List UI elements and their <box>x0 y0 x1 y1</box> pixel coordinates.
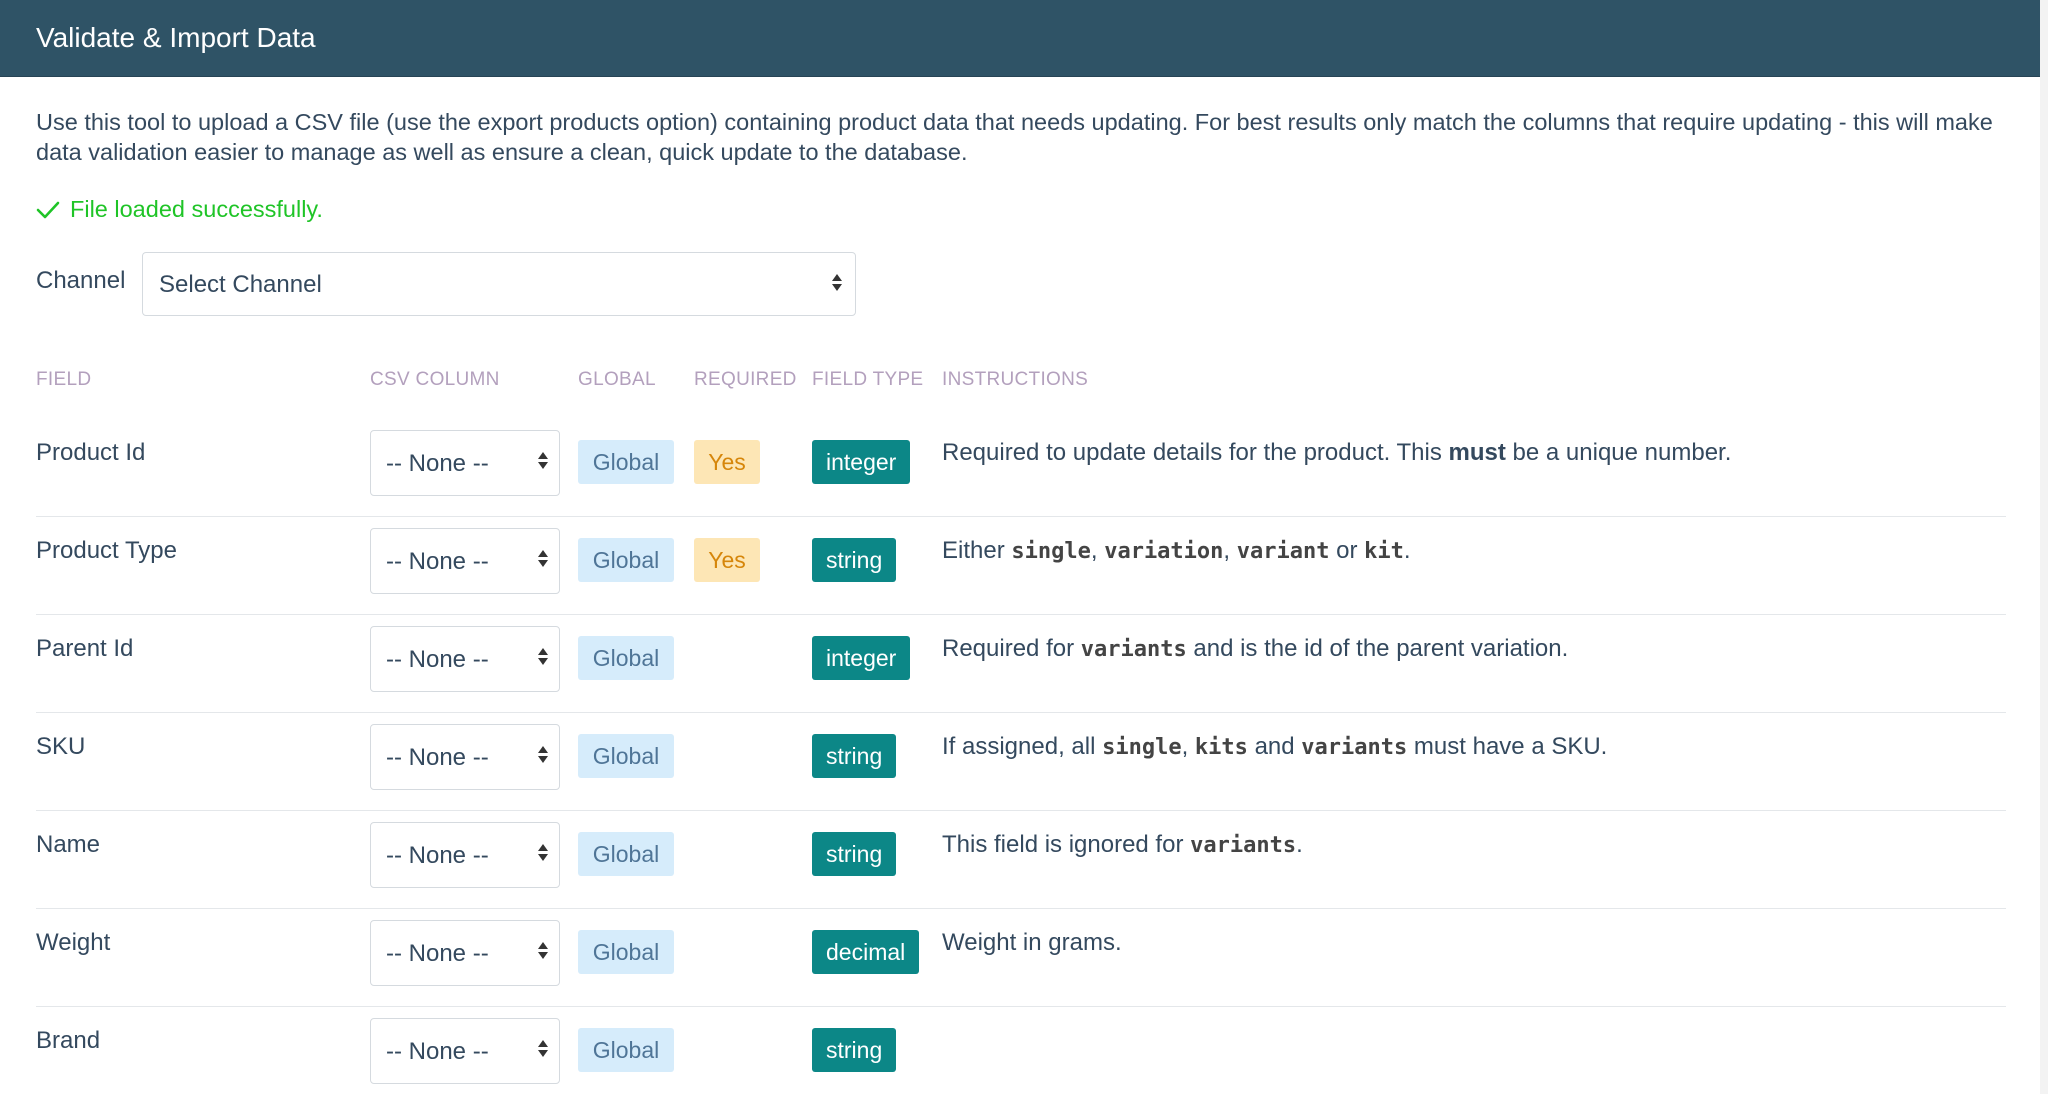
global-badge: Global <box>578 734 674 778</box>
column-header-instructions: INSTRUCTIONS <box>942 369 1089 390</box>
column-header-field: FIELD <box>36 369 92 390</box>
emphasis-text: must <box>1448 439 1506 466</box>
csv-column-select-value: -- None -- <box>386 646 489 673</box>
instructions-text: If assigned, all single, kits and varian… <box>942 712 1607 783</box>
table-row: Product Id -- None -- Global Yes integer Requ… <box>36 418 2006 517</box>
select-arrows-icon <box>537 550 549 567</box>
global-badge: Global <box>578 636 674 680</box>
csv-column-select[interactable]: -- None -- <box>370 430 560 496</box>
csv-column-select-value: -- None -- <box>386 744 489 771</box>
csv-column-select[interactable]: -- None -- <box>370 1018 560 1084</box>
csv-column-select-value: -- None -- <box>386 842 489 869</box>
table-row: Parent Id -- None -- Global integer Required… <box>36 614 2006 713</box>
csv-column-select[interactable]: -- None -- <box>370 724 560 790</box>
field-type-badge: decimal <box>812 930 920 974</box>
check-icon <box>36 201 60 218</box>
select-arrows-icon <box>537 942 549 959</box>
code-term: kits <box>1194 735 1248 760</box>
code-term: single <box>1011 539 1091 564</box>
column-header-csv-column: CSV COLUMN <box>370 369 500 390</box>
code-term: variants <box>1190 833 1297 858</box>
select-arrows-icon <box>537 844 549 861</box>
field-name: SKU <box>36 733 86 760</box>
instructions-segment: Required to update details for the produ… <box>942 439 1449 466</box>
table-row: Name -- None -- Global string This field is … <box>36 810 2006 909</box>
instructions-segment: , <box>1090 537 1105 564</box>
table-row: SKU -- None -- Global string If assigned, al… <box>36 712 2006 811</box>
column-header-required: REQUIRED <box>694 369 797 390</box>
field-type-badge: string <box>812 734 897 778</box>
code-term: variants <box>1301 735 1408 760</box>
instructions-text: Required for variants and is the id of t… <box>942 614 1568 685</box>
field-name: Weight <box>36 929 111 956</box>
global-badge: Global <box>578 1028 674 1072</box>
table-row: Product Type -- None -- Global Yes string Eit… <box>36 516 2006 615</box>
code-term: variation <box>1104 539 1224 564</box>
global-badge: Global <box>578 538 674 582</box>
instructions-text: This field is ignored for variants. <box>942 810 1303 881</box>
field-name: Parent Id <box>36 635 134 662</box>
status-message: File loaded successfully. <box>36 196 323 223</box>
field-name: Product Id <box>36 439 146 466</box>
instructions-segment: , <box>1181 733 1195 760</box>
field-type-badge: string <box>812 538 897 582</box>
instructions-segment: Weight in grams. <box>942 929 1122 956</box>
global-badge: Global <box>578 832 674 876</box>
channel-select[interactable]: Select Channel <box>142 252 856 316</box>
code-term: variants <box>1080 637 1187 662</box>
csv-column-select-value: -- None -- <box>386 940 489 967</box>
instructions-segment: . <box>1403 537 1411 564</box>
csv-column-select[interactable]: -- None -- <box>370 626 560 692</box>
instructions-segment: and is the id of the parent variation. <box>1186 635 1569 662</box>
field-type-badge: string <box>812 1028 897 1072</box>
global-badge: Global <box>578 930 674 974</box>
code-term: single <box>1102 735 1182 760</box>
intro-text: Use this tool to upload a CSV file (use … <box>36 109 1993 165</box>
field-type-badge: integer <box>812 440 911 484</box>
instructions-text: Required to update details for the produ… <box>942 418 1731 488</box>
csv-column-select-value: -- None -- <box>386 450 489 477</box>
instructions-segment: . <box>1296 831 1303 858</box>
table-row: Brand -- None -- Global string <box>36 1006 2006 1094</box>
instructions-segment: and <box>1247 733 1302 760</box>
column-header-global: GLOBAL <box>578 369 656 390</box>
instructions-segment: Required for <box>942 635 1081 662</box>
instructions-segment: must have a SKU. <box>1407 733 1608 760</box>
field-type-badge: integer <box>812 636 911 680</box>
code-term: kit <box>1364 539 1404 564</box>
field-name: Product Type <box>36 537 177 564</box>
code-term: variant <box>1236 539 1330 564</box>
select-arrows-icon <box>537 452 549 469</box>
select-arrows-icon <box>537 1040 549 1057</box>
csv-column-select[interactable]: -- None -- <box>370 920 560 986</box>
field-name: Name <box>36 831 101 858</box>
status-text: File loaded successfully. <box>70 196 323 222</box>
required-badge: Yes <box>694 538 760 582</box>
instructions-text: Either single, variation, variant or kit… <box>942 516 1411 587</box>
instructions-segment: If assigned, all <box>942 733 1103 760</box>
instructions-segment: This field is ignored for <box>942 831 1191 858</box>
select-arrows-icon <box>537 746 549 763</box>
select-arrows-icon <box>537 648 549 665</box>
import-panel: Validate & Import Data Use this tool to … <box>0 0 2040 1094</box>
field-type-badge: string <box>812 832 897 876</box>
select-arrows-icon <box>831 274 843 291</box>
instructions-text: Weight in grams. <box>942 908 1122 978</box>
csv-column-select[interactable]: -- None -- <box>370 822 560 888</box>
csv-column-select[interactable]: -- None -- <box>370 528 560 594</box>
field-name: Brand <box>36 1027 101 1054</box>
panel-title: Validate & Import Data <box>0 0 2040 77</box>
csv-column-select-value: -- None -- <box>386 548 489 575</box>
instructions-segment: Either <box>942 537 1012 564</box>
global-badge: Global <box>578 440 674 484</box>
channel-select-value: Select Channel <box>159 271 322 298</box>
instructions-segment: or <box>1329 537 1365 564</box>
column-header-field-type: FIELD TYPE <box>812 369 924 390</box>
required-badge: Yes <box>694 440 760 484</box>
instructions-segment: , <box>1223 537 1237 564</box>
channel-label: Channel <box>36 267 126 294</box>
csv-column-select-value: -- None -- <box>386 1038 489 1065</box>
instructions-segment: be a unique number. <box>1505 439 1732 466</box>
table-row: Weight -- None -- Global decimal Weight in g… <box>36 908 2006 1007</box>
